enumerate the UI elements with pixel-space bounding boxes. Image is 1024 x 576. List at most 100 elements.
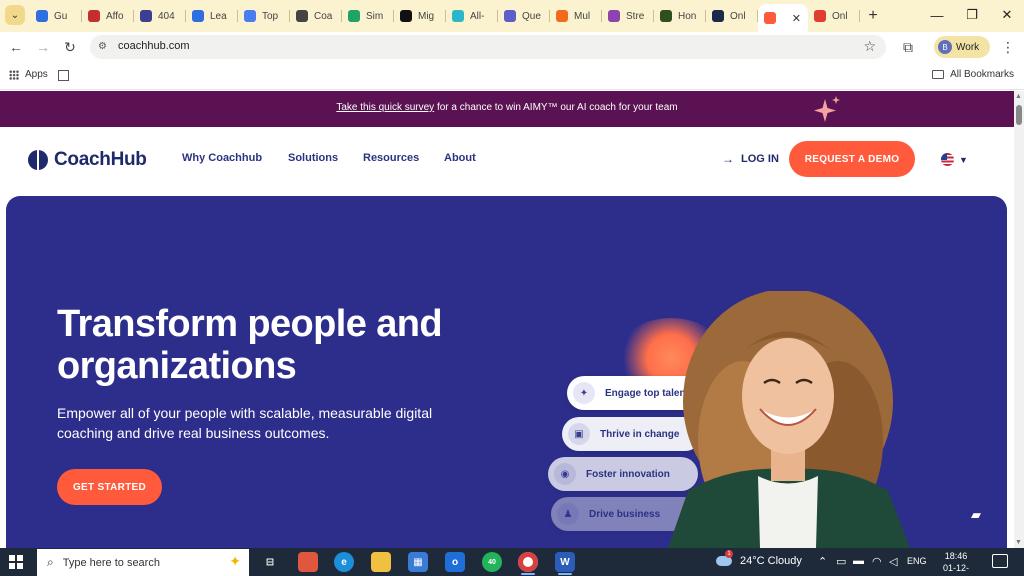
restore-icon[interactable]: ❐ bbox=[955, 0, 989, 30]
layers-icon: ▣ bbox=[568, 423, 590, 445]
browser-tab[interactable]: Hon bbox=[654, 4, 706, 28]
clock-date: 01-12-2025 bbox=[942, 563, 969, 576]
nav-about[interactable]: About bbox=[444, 152, 476, 164]
get-started-button[interactable]: GET STARTED bbox=[57, 469, 162, 505]
battery-icon[interactable]: ▬ bbox=[853, 555, 864, 567]
windows-start-icon[interactable] bbox=[9, 555, 23, 569]
new-tab-icon[interactable]: + bbox=[860, 4, 886, 28]
whatsapp-badge: 40 bbox=[488, 558, 496, 566]
scroll-up-icon[interactable]: ▲ bbox=[1015, 93, 1022, 100]
edge-icon[interactable]: e bbox=[334, 552, 354, 572]
login-link[interactable]: → LOG IN bbox=[722, 152, 779, 166]
microsoft-store-icon[interactable]: ▦ bbox=[408, 552, 428, 572]
hero-section: Transform people and organizations Empow… bbox=[6, 196, 1007, 548]
tab-list: Gu Affo 404 Lea Top Coa Sim Mig All- Que Mul Stre Ho… bbox=[30, 4, 886, 32]
meet-now-icon[interactable]: ▭ bbox=[836, 555, 846, 568]
tab-title: Onl bbox=[730, 10, 746, 22]
notification-icon[interactable] bbox=[992, 554, 1008, 568]
word-icon[interactable]: W bbox=[555, 552, 575, 572]
apps-bookmark[interactable]: Apps bbox=[9, 69, 48, 80]
page-scrollbar[interactable]: ▲ ▼ bbox=[1014, 91, 1024, 548]
a-icon bbox=[814, 10, 826, 22]
plus-icon bbox=[348, 10, 360, 22]
volume-icon[interactable]: ◁ bbox=[889, 555, 897, 568]
site-info-icon[interactable]: ⚙ bbox=[98, 41, 110, 53]
extensions-icon[interactable]: ⧉ bbox=[898, 37, 918, 57]
nav-why-coachhub[interactable]: Why Coachhub bbox=[182, 152, 262, 164]
tab-search-button[interactable]: ⌄ bbox=[5, 5, 25, 25]
browser-tab[interactable]: 404 bbox=[134, 4, 186, 28]
browser-toolbar: ← → ↻ ⚙ coachhub.com ☆ ⧉ B Work ⋮ bbox=[0, 32, 1024, 62]
address-bar[interactable]: ⚙ coachhub.com ☆ bbox=[90, 35, 886, 59]
browser-tab[interactable]: Top bbox=[238, 4, 290, 28]
wifi-icon[interactable]: ◠ bbox=[872, 555, 882, 568]
language-selector[interactable]: ▼ bbox=[941, 153, 968, 166]
browser-tab[interactable]: Affo bbox=[82, 4, 134, 28]
nav-solutions[interactable]: Solutions bbox=[288, 152, 338, 164]
profile-button[interactable]: B Work bbox=[934, 36, 990, 58]
minimize-icon[interactable]: — bbox=[920, 0, 954, 30]
browser-tab[interactable]: Gu bbox=[30, 4, 82, 28]
language-indicator[interactable]: ENG bbox=[907, 556, 927, 566]
browser-tab[interactable]: Mig bbox=[394, 4, 446, 28]
copilot-app-icon[interactable] bbox=[298, 552, 318, 572]
forward-icon[interactable]: → bbox=[33, 37, 53, 57]
tray-chevron-icon[interactable]: ⌃ bbox=[818, 555, 827, 568]
browser-tab[interactable]: All- bbox=[446, 4, 498, 28]
chrome-icon[interactable] bbox=[518, 552, 538, 572]
tab-title: Coa bbox=[314, 10, 333, 22]
bookmark-star-icon[interactable]: ☆ bbox=[863, 38, 876, 55]
browser-tab[interactable]: Mul bbox=[550, 4, 602, 28]
taskbar-search[interactable]: ⌕ Type here to search ✦ bbox=[37, 549, 249, 576]
reload-icon[interactable]: ↻ bbox=[60, 37, 80, 57]
close-window-icon[interactable]: ✕ bbox=[990, 0, 1024, 30]
weather-text: 24°C Cloudy bbox=[740, 555, 802, 567]
whatsapp-icon[interactable]: 40 bbox=[482, 552, 502, 572]
outlook-icon[interactable]: o bbox=[445, 552, 465, 572]
us-flag-icon bbox=[941, 153, 954, 166]
profile-label: Work bbox=[956, 41, 980, 53]
docs-icon bbox=[36, 10, 48, 22]
search-icon: ⌕ bbox=[47, 555, 54, 569]
tab-title: All- bbox=[470, 10, 485, 22]
weather-widget[interactable]: 1 24°C Cloudy bbox=[716, 550, 802, 567]
coachhub-logo[interactable]: CoachHub bbox=[28, 149, 147, 171]
banner-message: for a chance to win AIMY™ our AI coach f… bbox=[434, 102, 678, 113]
browser-tab[interactable]: Onl bbox=[808, 4, 860, 28]
scroll-thumb[interactable] bbox=[1016, 105, 1022, 125]
login-arrow-icon: → bbox=[722, 152, 734, 166]
browser-tab[interactable]: ✕ bbox=[758, 4, 808, 32]
browser-tab[interactable]: Stre bbox=[602, 4, 654, 28]
bookmarks-bar: Apps All Bookmarks bbox=[0, 62, 1024, 90]
url-text[interactable]: coachhub.com bbox=[118, 40, 190, 52]
task-view-icon[interactable]: ⊟ bbox=[260, 552, 280, 572]
browser-tab[interactable]: Onl bbox=[706, 4, 758, 28]
nav-resources[interactable]: Resources bbox=[363, 152, 419, 164]
file-explorer-icon[interactable] bbox=[371, 552, 391, 572]
menu-icon[interactable]: ⋮ bbox=[998, 37, 1018, 57]
copilot-sparkle-icon: ✦ bbox=[229, 553, 241, 569]
browser-tab[interactable]: Que bbox=[498, 4, 550, 28]
people-icon: ♟ bbox=[557, 503, 579, 525]
scroll-down-icon[interactable]: ▼ bbox=[1015, 539, 1022, 546]
clock[interactable]: 18:46 01-12-2025 bbox=[934, 550, 978, 576]
chat-widget-button[interactable]: ▰ bbox=[958, 497, 994, 533]
browser-tab-strip: ⌄ Gu Affo 404 Lea Top Coa Sim Mig All- Que Mul Stre… bbox=[0, 0, 1024, 32]
all-bookmarks-button[interactable]: All Bookmarks bbox=[932, 69, 1014, 80]
hero-subtitle: Empower all of your people with scalable… bbox=[57, 405, 433, 441]
request-demo-button[interactable]: REQUEST A DEMO bbox=[789, 141, 915, 177]
browser-tab[interactable]: Lea bbox=[186, 4, 238, 28]
tab-groups-icon[interactable] bbox=[58, 70, 69, 81]
graduation-icon: ✦ bbox=[573, 382, 595, 404]
back-icon[interactable]: ← bbox=[6, 37, 26, 57]
weather-badge: 1 bbox=[725, 550, 733, 558]
smiling-woman-photo bbox=[668, 291, 910, 548]
survey-link[interactable]: Take this quick survey bbox=[336, 102, 434, 113]
docs-icon bbox=[244, 10, 256, 22]
apps-grid-icon bbox=[9, 69, 19, 80]
browser-tab[interactable]: Sim bbox=[342, 4, 394, 28]
hero-title: Transform people and organizations bbox=[57, 303, 443, 387]
folder-icon bbox=[932, 70, 945, 79]
browser-tab[interactable]: Coa bbox=[290, 4, 342, 28]
close-tab-icon[interactable]: ✕ bbox=[792, 12, 801, 25]
